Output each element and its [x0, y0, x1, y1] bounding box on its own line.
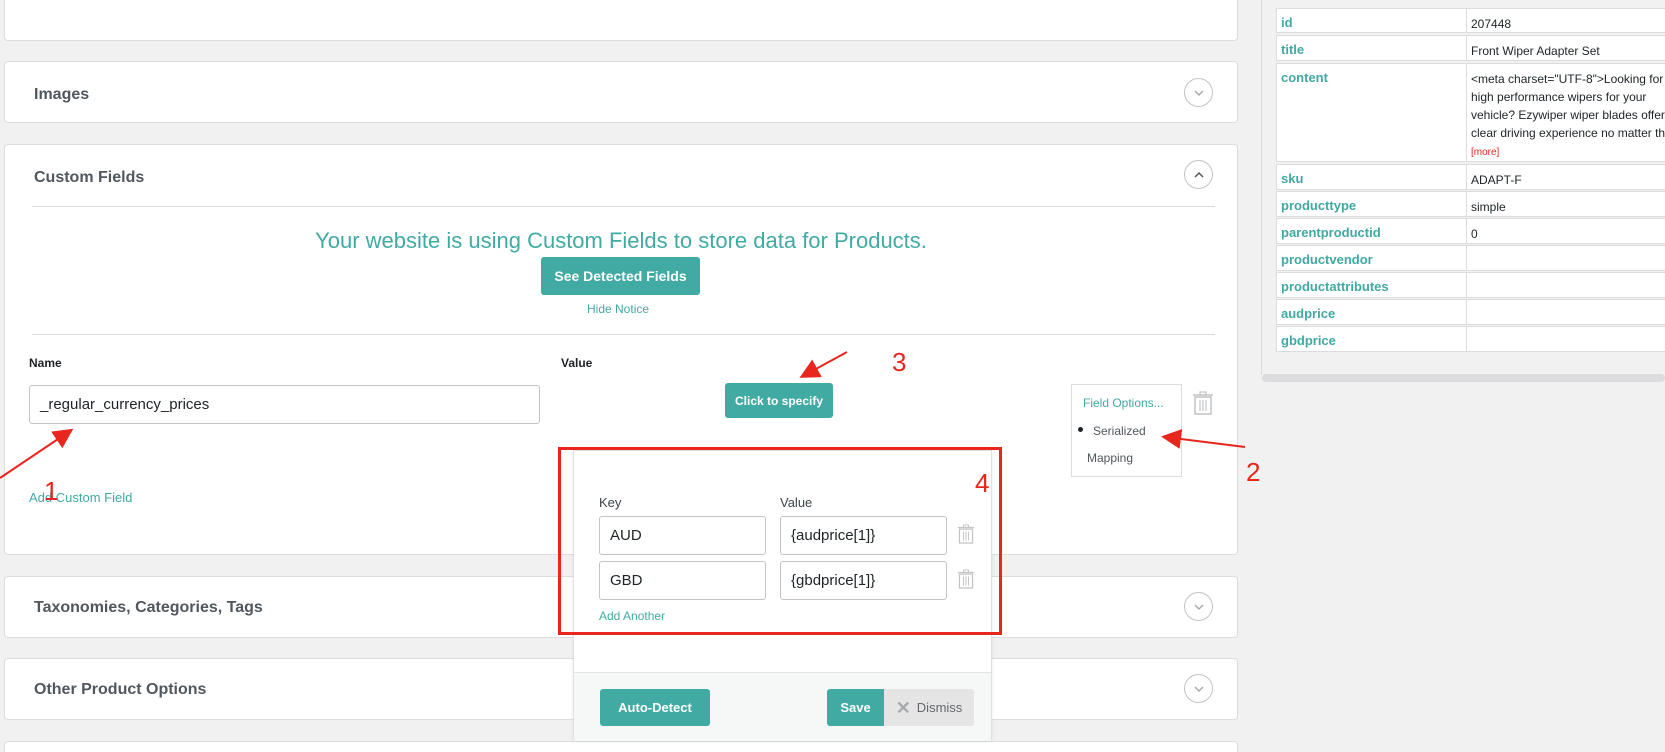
- click-to-specify-button[interactable]: Click to specify: [725, 383, 833, 418]
- field-options-link[interactable]: Field Options...: [1083, 396, 1164, 410]
- mapping-popup: Key Value AUD {audprice[1]} GBD {gbdpric…: [573, 450, 992, 741]
- divider: [32, 206, 1215, 207]
- meta-row: producttype simple: [1276, 191, 1665, 217]
- custom-field-name-input[interactable]: _regular_currency_prices: [29, 385, 540, 424]
- value-column-header: Value: [780, 495, 813, 510]
- dismiss-label: Dismiss: [916, 700, 963, 715]
- divider: [32, 334, 1215, 335]
- delete-mapping-row-icon[interactable]: [957, 569, 975, 594]
- close-icon: ✕: [895, 697, 911, 718]
- mapping-value-input[interactable]: {audprice[1]}: [780, 516, 947, 555]
- mapping-key-input[interactable]: GBD: [599, 561, 766, 600]
- images-expand-toggle[interactable]: [1184, 78, 1213, 107]
- see-detected-fields-button[interactable]: See Detected Fields: [541, 257, 700, 295]
- annotation-4: 4: [975, 468, 990, 498]
- dismiss-button[interactable]: ✕ Dismiss: [884, 689, 974, 726]
- option-mapping[interactable]: Mapping: [1087, 451, 1133, 465]
- delete-custom-field-icon[interactable]: [1192, 391, 1214, 420]
- meta-row: title Front Wiper Adapter Set: [1276, 35, 1665, 61]
- annotation-2: 2: [1246, 457, 1261, 487]
- other-options-expand-toggle[interactable]: [1184, 674, 1213, 703]
- taxonomies-expand-toggle[interactable]: [1184, 592, 1213, 621]
- chevron-up-icon: [1193, 171, 1204, 178]
- option-bullet: [1078, 427, 1083, 432]
- meta-row: gbdprice: [1276, 326, 1665, 352]
- top-panel: [4, 0, 1238, 41]
- preview-panel: id 207448 title Front Wiper Adapter Set co…: [1261, 0, 1665, 375]
- taxonomies-panel-title: Taxonomies, Categories, Tags: [34, 599, 263, 616]
- option-serialized[interactable]: Serialized: [1093, 424, 1146, 438]
- mapping-value-input[interactable]: {gbdprice[1]}: [780, 561, 947, 600]
- other-options-panel-title: Other Product Options: [34, 681, 207, 698]
- key-column-header: Key: [599, 495, 622, 510]
- hide-notice-link[interactable]: Hide Notice: [587, 302, 649, 316]
- chevron-down-icon: [1193, 89, 1204, 96]
- bottom-panel: [4, 741, 1238, 752]
- custom-fields-collapse-toggle[interactable]: [1184, 160, 1213, 189]
- meta-row: productvendor: [1276, 245, 1665, 271]
- delete-mapping-row-icon[interactable]: [957, 524, 975, 549]
- notice-message: Your website is using Custom Fields to s…: [315, 228, 927, 253]
- annotation-3: 3: [892, 347, 907, 377]
- add-another-link[interactable]: Add Another: [599, 609, 665, 623]
- popup-footer: Auto-Detect Save ✕ Dismiss: [574, 672, 991, 741]
- meta-row: id 207448: [1276, 8, 1665, 33]
- more-link[interactable]: [more]: [1471, 147, 1499, 158]
- images-panel[interactable]: Images: [4, 61, 1238, 123]
- mapping-key-input[interactable]: AUD: [599, 516, 766, 555]
- meta-row: sku ADAPT-F: [1276, 164, 1665, 190]
- annotation-1: 1: [44, 476, 59, 506]
- images-panel-title: Images: [34, 86, 90, 103]
- save-button[interactable]: Save: [827, 689, 884, 726]
- field-options-box: Field Options... Serialized Mapping: [1071, 384, 1182, 477]
- meta-row: content <meta charset="UTF-8">Looking for…: [1276, 63, 1665, 162]
- meta-row: parentproductid 0: [1276, 218, 1665, 244]
- chevron-down-icon: [1193, 685, 1204, 692]
- meta-row: audprice: [1276, 299, 1665, 325]
- horizontal-scrollbar[interactable]: [1262, 374, 1665, 382]
- chevron-down-icon: [1193, 603, 1204, 610]
- value-column-header: Value: [561, 356, 593, 370]
- custom-fields-panel-title: Custom Fields: [34, 169, 145, 186]
- meta-row: productattributes: [1276, 272, 1665, 298]
- auto-detect-button[interactable]: Auto-Detect: [600, 689, 710, 726]
- name-column-header: Name: [29, 356, 62, 370]
